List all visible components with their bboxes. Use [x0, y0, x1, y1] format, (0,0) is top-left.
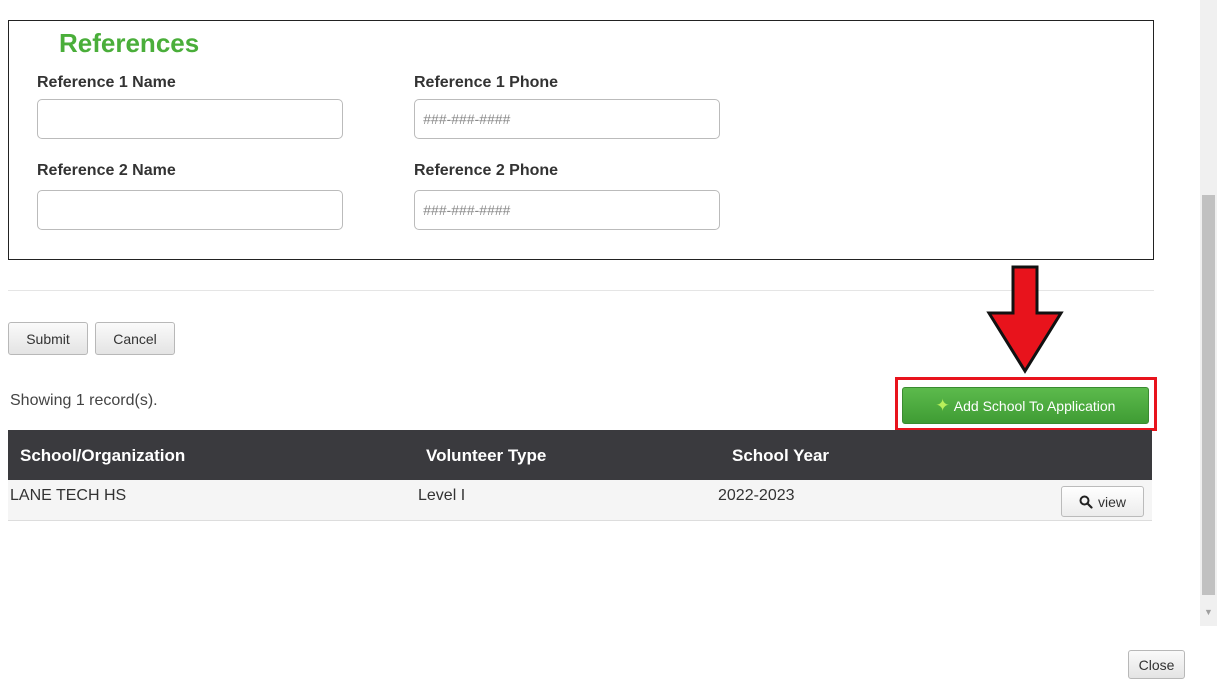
star-icon: ✦	[935, 395, 950, 415]
ref2-phone-label: Reference 2 Phone	[414, 162, 559, 179]
ref1-name-input[interactable]	[37, 99, 343, 139]
references-legend: References	[45, 26, 212, 60]
submit-button[interactable]: Submit	[8, 322, 88, 355]
search-icon	[1079, 495, 1093, 509]
column-header-volunteer-type: Volunteer Type	[426, 446, 547, 465]
down-arrow-annotation-icon	[986, 265, 1064, 374]
ref1-phone-input[interactable]	[414, 99, 720, 139]
add-school-label: Add School To Application	[953, 397, 1116, 414]
scrollbar[interactable]: ▼	[1200, 0, 1217, 626]
form-divider	[8, 290, 1154, 291]
record-count-text: Showing 1 record(s).	[10, 392, 158, 409]
column-header-school: School/Organization	[20, 446, 186, 465]
view-button[interactable]: view	[1061, 486, 1144, 517]
ref2-name-input[interactable]	[37, 190, 343, 230]
close-button[interactable]: Close	[1128, 650, 1185, 679]
cell-school-year: 2022-2023	[718, 487, 795, 504]
column-header-school-year: School Year	[732, 446, 830, 465]
cell-volunteer-type: Level I	[418, 487, 466, 504]
ref1-phone-label: Reference 1 Phone	[414, 74, 559, 91]
ref2-phone-input[interactable]	[414, 190, 720, 230]
add-school-button[interactable]: ✦ Add School To Application	[902, 387, 1149, 424]
records-table: School/Organization Volunteer Type Schoo…	[8, 430, 1152, 521]
cell-school: LANE TECH HS	[10, 487, 127, 504]
scrollbar-thumb[interactable]	[1202, 195, 1215, 595]
cancel-button[interactable]: Cancel	[95, 322, 175, 355]
ref2-name-label: Reference 2 Name	[37, 162, 176, 179]
scroll-down-arrow-icon[interactable]: ▼	[1200, 604, 1217, 620]
table-header: School/Organization Volunteer Type Schoo…	[8, 430, 1152, 480]
references-fieldset: References Reference 1 Name Reference 1 …	[8, 20, 1154, 260]
table-row: LANE TECH HS Level I 2022-2023 view	[8, 480, 1152, 521]
view-label: view	[1097, 493, 1126, 510]
ref1-name-label: Reference 1 Name	[37, 74, 176, 91]
